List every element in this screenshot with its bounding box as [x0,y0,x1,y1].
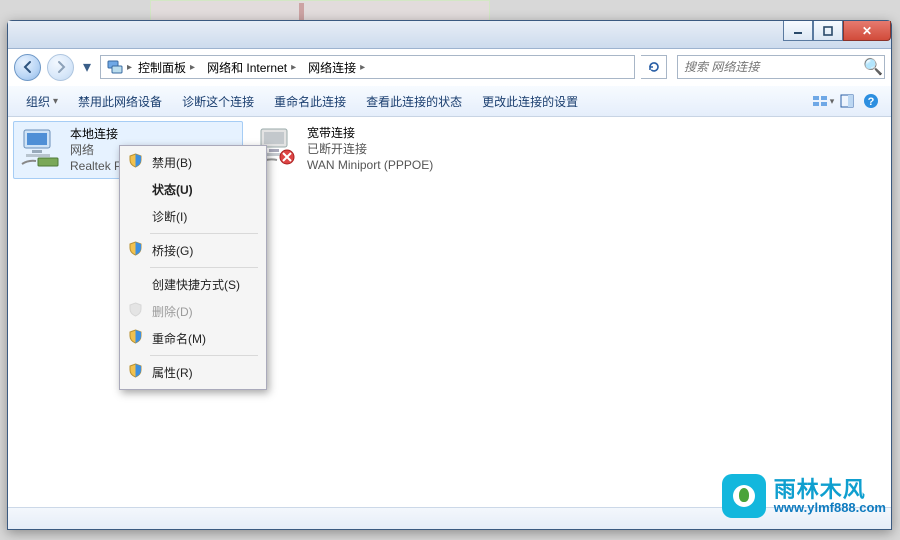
rename-button[interactable]: 重命名此连接 [264,89,356,114]
ctx-label: 诊断(I) [152,210,187,224]
change-settings-button[interactable]: 更改此连接的设置 [472,89,588,114]
history-dropdown[interactable]: ▾ [80,56,94,78]
organize-menu[interactable]: 组织 ▾ [16,89,68,114]
toolbar: 组织 ▾ 禁用此网络设备 诊断这个连接 重命名此连接 查看此连接的状态 更改此连… [8,85,891,117]
refresh-button[interactable] [641,55,667,79]
breadcrumb-network-internet[interactable]: 网络和 Internet▸ [201,57,302,78]
shield-icon [128,329,143,344]
preview-pane-button[interactable] [835,89,859,113]
ctx-status[interactable]: 状态(U) [122,176,264,203]
shield-icon [128,241,143,256]
connection-name: 本地连接 [70,126,131,142]
search-box[interactable]: 🔍 [677,55,885,79]
connection-text: 宽带连接 已断开连接 WAN Miniport (PPPOE) [307,125,433,173]
explorer-window: ✕ ▾ ▸ 控制面板▸ 网络和 Internet▸ 网络连接▸ 🔍 组织 ▾ 禁… [7,20,892,530]
breadcrumb-label: 网络和 Internet [207,59,287,76]
separator [150,233,258,234]
ctx-bridge[interactable]: 桥接(G) [122,237,264,264]
connection-device: WAN Miniport (PPPOE) [307,157,433,173]
breadcrumb-network-connections[interactable]: 网络连接▸ [302,57,371,78]
connection-status: 已断开连接 [307,141,433,157]
window-buttons: ✕ [783,21,891,41]
watermark-logo-icon [722,474,766,518]
minimize-button[interactable] [783,21,813,41]
maximize-button[interactable] [813,21,843,41]
content-area: 本地连接 网络 Realtek PC 宽带连接 已断开连接 WAN Minipo… [9,117,890,505]
shield-icon [128,363,143,378]
ctx-disable[interactable]: 禁用(B) [122,149,264,176]
ctx-label: 重命名(M) [152,332,206,346]
ctx-diagnose[interactable]: 诊断(I) [122,203,264,230]
breadcrumb-label: 网络连接 [308,59,356,76]
ctx-properties[interactable]: 属性(R) [122,359,264,386]
ctx-label: 属性(R) [152,366,193,380]
shield-icon [128,302,143,317]
watermark-url: www.ylmf888.com [774,501,886,515]
ethernet-adapter-icon [20,126,62,168]
search-icon[interactable]: 🔍 [862,57,884,77]
close-button[interactable]: ✕ [843,21,891,41]
watermark-text: 雨林木风 www.ylmf888.com [774,478,886,515]
context-menu: 禁用(B) 状态(U) 诊断(I) 桥接(G) 创建快捷方式(S) 删除(D) … [119,145,267,390]
svg-text:?: ? [868,96,875,108]
ctx-label: 状态(U) [152,183,193,197]
network-connections-icon [106,58,124,76]
watermark: 雨林木风 www.ylmf888.com [722,474,886,518]
ctx-delete: 删除(D) [122,298,264,325]
breadcrumb-control-panel[interactable]: 控制面板▸ [132,57,201,78]
view-options-button[interactable]: ▾ [811,89,835,113]
shield-icon [128,153,143,168]
separator [150,355,258,356]
connection-broadband[interactable]: 宽带连接 已断开连接 WAN Miniport (PPPOE) [251,121,481,177]
ctx-label: 创建快捷方式(S) [152,278,240,292]
diagnose-button[interactable]: 诊断这个连接 [172,89,264,114]
ctx-label: 桥接(G) [152,244,193,258]
ctx-label: 禁用(B) [152,156,192,170]
view-status-button[interactable]: 查看此连接的状态 [356,89,472,114]
separator [150,267,258,268]
forward-button[interactable] [47,54,74,81]
watermark-name: 雨林木风 [774,478,886,501]
titlebar: ✕ [8,21,891,49]
search-input[interactable] [678,60,862,74]
ctx-rename[interactable]: 重命名(M) [122,325,264,352]
back-button[interactable] [14,54,41,81]
disable-device-button[interactable]: 禁用此网络设备 [68,89,172,114]
breadcrumb-label: 控制面板 [138,59,186,76]
help-button[interactable]: ? [859,89,883,113]
address-bar[interactable]: ▸ 控制面板▸ 网络和 Internet▸ 网络连接▸ [100,55,635,79]
nav-row: ▾ ▸ 控制面板▸ 网络和 Internet▸ 网络连接▸ 🔍 [8,49,891,85]
toolbar-label: 组织 [26,93,50,110]
ctx-shortcut[interactable]: 创建快捷方式(S) [122,271,264,298]
ctx-label: 删除(D) [152,305,193,319]
connection-name: 宽带连接 [307,125,433,141]
